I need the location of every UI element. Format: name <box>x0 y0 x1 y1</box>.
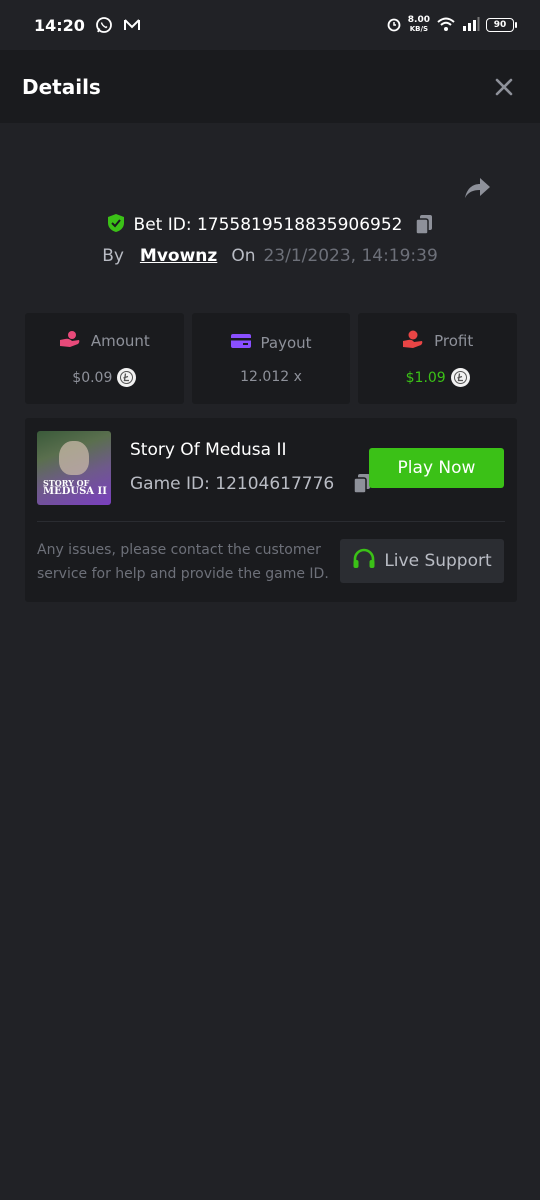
copy-bet-id-button[interactable] <box>414 214 434 236</box>
status-right: 8.00 KB/S 90 <box>386 16 517 35</box>
stat-profit-value-row: $1.09 <box>406 368 470 387</box>
stat-payout-value: 12.012 x <box>240 368 302 385</box>
stat-amount-value: $0.09 <box>72 369 113 386</box>
share-button[interactable] <box>462 174 492 202</box>
stat-payout: Payout 12.012 x <box>191 313 351 404</box>
card-divider <box>37 521 505 522</box>
page-title: Details <box>22 74 101 99</box>
stat-profit: Profit $1.09 <box>358 313 518 404</box>
bet-datetime: 23/1/2023, 14:19:39 <box>263 246 438 266</box>
live-support-label: Live Support <box>384 551 492 571</box>
net-speed-unit: KB/S <box>409 25 429 33</box>
stat-amount-head: Amount <box>59 330 150 352</box>
signal-icon <box>462 16 480 34</box>
wallet-card-icon <box>230 333 251 353</box>
network-speed: 8.00 KB/S <box>408 16 430 34</box>
status-bar: 14:20 8.00 KB/S 90 <box>0 0 540 50</box>
status-time: 14:20 <box>34 15 85 35</box>
status-left: 14:20 <box>34 16 141 35</box>
headset-icon <box>352 548 376 575</box>
stat-profit-label: Profit <box>434 332 474 350</box>
username-link[interactable]: Mvownz <box>140 246 217 266</box>
bet-id-row: Bet ID: 1755819518835906952 <box>0 210 540 240</box>
coins-hand-icon <box>59 330 81 352</box>
on-label: On <box>231 246 256 266</box>
stat-payout-value-row: 12.012 x <box>240 369 302 385</box>
details-header: Details <box>0 50 540 123</box>
bet-byline: By Mvownz On 23/1/2023, 14:19:39 <box>0 243 540 269</box>
whatsapp-icon <box>95 16 113 34</box>
litecoin-icon <box>117 368 137 387</box>
copy-icon <box>415 215 433 235</box>
game-id: Game ID: 12104617776 <box>130 474 335 494</box>
game-thumbnail[interactable]: STORY OF MEDUSA II <box>37 431 111 505</box>
close-icon <box>495 78 513 95</box>
alarm-icon <box>386 16 402 35</box>
game-card: STORY OF MEDUSA II Story Of Medusa II Ga… <box>25 418 517 602</box>
bet-id: Bet ID: 1755819518835906952 <box>133 215 403 235</box>
play-now-button[interactable]: Play Now <box>369 448 504 488</box>
net-speed-value: 8.00 <box>407 15 430 25</box>
mail-icon <box>123 16 141 34</box>
litecoin-icon <box>450 368 470 387</box>
support-notice: Any issues, please contact the customer … <box>37 542 329 582</box>
stat-amount: Amount $0.09 <box>25 313 184 404</box>
profit-hand-icon <box>402 330 424 352</box>
verified-shield-icon <box>106 213 126 238</box>
stat-amount-label: Amount <box>90 332 150 350</box>
game-title: Story Of Medusa II <box>130 440 287 460</box>
live-support-button[interactable]: Live Support <box>340 539 504 583</box>
stat-payout-head: Payout <box>230 333 312 353</box>
wifi-icon <box>436 16 456 35</box>
close-button[interactable] <box>492 75 516 99</box>
thumb-title-line2: MEDUSA II <box>43 486 107 497</box>
game-id-row: Game ID: 12104617776 <box>130 473 372 495</box>
medusa-artwork <box>59 441 89 475</box>
battery-indicator: 90 <box>486 18 517 32</box>
stat-payout-label: Payout <box>260 333 312 352</box>
stat-profit-value: $1.09 <box>405 369 446 386</box>
stat-profit-head: Profit <box>402 330 473 352</box>
stat-amount-value-row: $0.09 <box>72 368 137 387</box>
share-icon <box>465 178 490 198</box>
bet-stats: Amount $0.09 Payout 12.012 x Profit $1.0… <box>25 313 518 404</box>
by-label: By <box>102 246 124 266</box>
